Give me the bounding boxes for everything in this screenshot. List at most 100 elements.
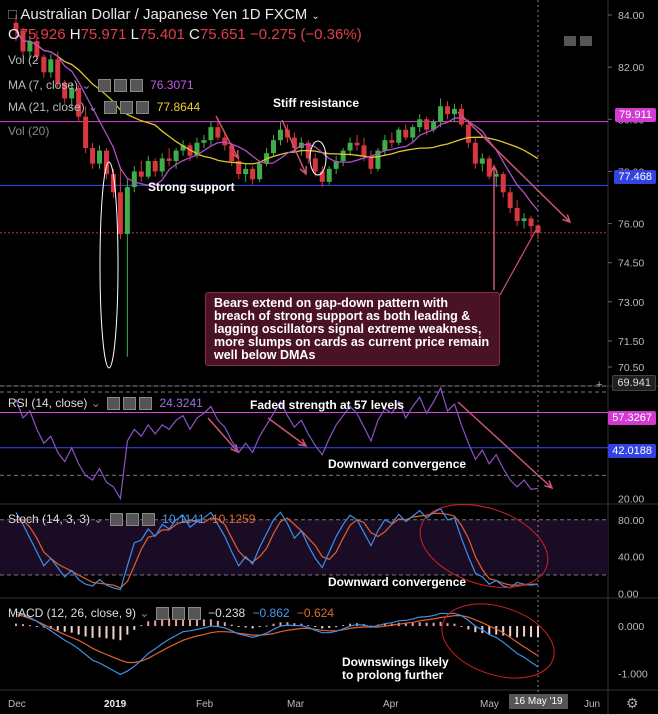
low-marker-price-label: 69.941 bbox=[612, 375, 656, 391]
candle-body bbox=[500, 174, 506, 193]
macd-histogram-bar bbox=[133, 626, 136, 630]
macd-histogram-bar bbox=[314, 626, 317, 628]
candle-body bbox=[41, 56, 47, 73]
candle-body bbox=[201, 140, 207, 143]
eye-icon[interactable] bbox=[97, 79, 111, 93]
rsi-lower-price-label: 42.0188 bbox=[608, 444, 656, 458]
settings-icon[interactable] bbox=[171, 607, 185, 621]
eye-icon[interactable] bbox=[109, 513, 123, 527]
eye-icon[interactable] bbox=[107, 397, 121, 411]
price-tick-6: 73.00 bbox=[618, 297, 644, 309]
macd-histogram-bar bbox=[439, 621, 442, 627]
stoch-legend[interactable]: Stoch (14, 3, 3) ⌄ 10.1141 10.1259 bbox=[8, 512, 256, 527]
macd-histogram-bar bbox=[523, 626, 526, 637]
close-icon[interactable] bbox=[187, 607, 201, 621]
close-icon[interactable] bbox=[141, 513, 155, 527]
macd-tick-1: -1.000 bbox=[618, 668, 648, 680]
macd-line-value: −0.862 bbox=[252, 606, 290, 620]
resistance-ellipse bbox=[309, 140, 327, 176]
candle-body bbox=[48, 59, 54, 73]
candle-body bbox=[243, 168, 249, 175]
candle-body bbox=[117, 192, 123, 235]
eye-icon[interactable] bbox=[104, 101, 118, 115]
macd-signal-value: −0.624 bbox=[296, 606, 334, 620]
stoch-band bbox=[0, 519, 608, 575]
macd-histogram-bar bbox=[237, 626, 240, 628]
macd-histogram-bar bbox=[509, 626, 512, 637]
support-breach-ellipse bbox=[99, 161, 119, 369]
candle-body bbox=[472, 142, 478, 164]
macd-histogram-bar bbox=[230, 624, 233, 627]
settings-icon[interactable] bbox=[113, 79, 127, 93]
macd-histogram-bar bbox=[21, 624, 24, 627]
macd-histogram-bar bbox=[342, 625, 345, 627]
close-icon[interactable] bbox=[136, 101, 150, 115]
rsi-upper-price-label: 57.3267 bbox=[608, 411, 656, 425]
macd-histogram-bar bbox=[147, 621, 150, 627]
x-label-feb: Feb bbox=[196, 699, 214, 710]
high-value: 75.971 bbox=[80, 26, 127, 43]
collapse-icon[interactable]: □ bbox=[8, 6, 17, 23]
candle-body bbox=[479, 158, 485, 164]
settings-icon[interactable] bbox=[120, 101, 134, 115]
candle-body bbox=[347, 142, 353, 151]
candle-body bbox=[507, 192, 513, 208]
arrow-rsi-2 bbox=[267, 417, 307, 447]
callout-pointer bbox=[499, 229, 537, 296]
rsi-legend[interactable]: RSI (14, close) ⌄ 24.3241 bbox=[8, 396, 203, 411]
candle-body bbox=[361, 145, 367, 156]
macd-histogram-bar bbox=[216, 620, 219, 627]
ma21-legend[interactable]: MA (21, close) ⌄ 77.8644 bbox=[8, 100, 200, 115]
scroll-down-button[interactable] bbox=[580, 36, 592, 46]
candle-body bbox=[424, 119, 430, 130]
macd-histogram-bar bbox=[35, 626, 38, 628]
candle-body bbox=[131, 171, 137, 188]
close-icon[interactable] bbox=[129, 79, 143, 93]
vol-indicator-label[interactable]: Vol (2 bbox=[8, 53, 39, 67]
chart-title: □ Australian Dollar / Japanese Yen 1D FX… bbox=[8, 6, 320, 23]
macd-histogram-bar bbox=[425, 622, 428, 627]
macd-histogram-bar bbox=[195, 619, 198, 627]
macd-histogram-bar bbox=[502, 626, 505, 636]
candle-body bbox=[97, 150, 103, 164]
gear-icon[interactable]: ⚙ bbox=[626, 695, 639, 712]
candle-body bbox=[514, 207, 520, 221]
macd-histogram-bar bbox=[460, 626, 463, 628]
macd-histogram-bar bbox=[244, 626, 247, 628]
macd-line bbox=[15, 611, 539, 676]
macd-legend[interactable]: MACD (12, 26, close, 9) ⌄ −0.238 −0.862 … bbox=[8, 606, 334, 621]
macd-tick-0: 0.000 bbox=[618, 621, 644, 633]
macd-histogram-bar bbox=[272, 623, 275, 627]
stoch-tick-0: 80.00 bbox=[618, 515, 644, 527]
macd-histogram-bar bbox=[516, 626, 519, 638]
candle-body bbox=[173, 150, 179, 162]
macd-histogram-bar bbox=[77, 626, 80, 635]
eye-icon[interactable] bbox=[155, 607, 169, 621]
symbol-name: Australian Dollar / Japanese Yen bbox=[20, 6, 238, 23]
candle-body bbox=[257, 163, 263, 180]
macd-histogram-bar bbox=[265, 625, 268, 627]
stoch-convergence-note: Downward convergence bbox=[328, 575, 467, 589]
support-price-label: 77.468 bbox=[614, 170, 656, 184]
candle-body bbox=[528, 218, 534, 227]
close-icon[interactable] bbox=[139, 397, 153, 411]
macd-histogram-bar bbox=[28, 625, 31, 627]
candle-body bbox=[438, 106, 444, 122]
macd-histogram-bar bbox=[119, 626, 122, 641]
chevron-down-icon[interactable]: ⌄ bbox=[311, 11, 319, 22]
stoch-d-value: 10.1259 bbox=[211, 512, 256, 526]
ma7-legend[interactable]: MA (7, close) ⌄ 76.3071 bbox=[8, 78, 194, 93]
candle-body bbox=[83, 116, 89, 148]
settings-icon[interactable] bbox=[125, 513, 139, 527]
macd-histogram-bar bbox=[105, 626, 108, 639]
candle-body bbox=[354, 142, 360, 146]
price-tick-1: 82.00 bbox=[618, 62, 644, 74]
x-label-2019: 2019 bbox=[104, 699, 127, 710]
rsi-tick-0: 20.00 bbox=[618, 493, 644, 505]
vol20-legend[interactable]: Vol (20) bbox=[8, 124, 49, 138]
add-pane-icon[interactable]: + bbox=[596, 379, 602, 391]
scroll-up-button[interactable] bbox=[564, 36, 576, 46]
settings-icon[interactable] bbox=[123, 397, 137, 411]
interval[interactable]: 1D bbox=[241, 6, 260, 23]
candle-body bbox=[215, 127, 221, 138]
